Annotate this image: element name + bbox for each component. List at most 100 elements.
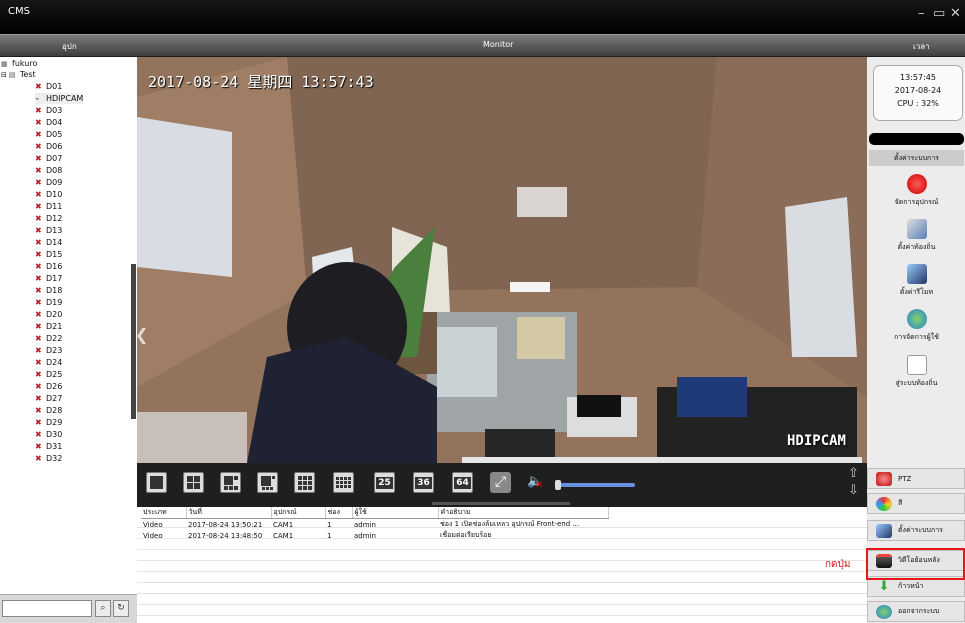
- tree-device-item[interactable]: ✖ D25: [35, 369, 62, 380]
- device-manager-button[interactable]: จัดการอุปกรณ์: [869, 174, 964, 208]
- color-button[interactable]: สี: [867, 493, 965, 514]
- tree-device-item[interactable]: ✖ D16: [35, 261, 62, 272]
- tree-scrollbar[interactable]: [131, 264, 136, 419]
- tree-device-label: D18: [46, 286, 63, 295]
- tree-root[interactable]: ▦ fukuro: [1, 58, 37, 69]
- camera-offline-icon: ✖: [35, 178, 42, 187]
- tree-device-item[interactable]: ⌁ HDIPCAM: [35, 93, 84, 104]
- logout-button[interactable]: ออกจากระบบ: [867, 601, 965, 622]
- tree-device-item[interactable]: ✖ D28: [35, 405, 62, 416]
- layout-9-button[interactable]: [294, 472, 315, 493]
- tree-device-item[interactable]: ✖ D07: [35, 153, 62, 164]
- tree-device-item[interactable]: ✖ D09: [35, 177, 62, 188]
- users-icon: [906, 309, 927, 329]
- layout-6-button[interactable]: [220, 472, 241, 493]
- close-icon[interactable]: ✕: [950, 6, 961, 21]
- camera-offline-icon: ✖: [35, 442, 42, 451]
- tree-device-item[interactable]: ✖ D24: [35, 357, 62, 368]
- layout-4-button[interactable]: [183, 472, 204, 493]
- tree-device-item[interactable]: ✖ D29: [35, 417, 62, 428]
- tree-device-item[interactable]: ✖ D11: [35, 201, 62, 212]
- col-description[interactable]: คำอธิบาย: [438, 507, 609, 519]
- collapse-icon[interactable]: ⊟: [1, 71, 7, 79]
- local-log-label: สู่ระบบท้องถิ่น: [895, 379, 938, 387]
- tree-device-item[interactable]: ✖ D06: [35, 141, 62, 152]
- col-user[interactable]: ผู้ใช้: [352, 507, 439, 519]
- video-view[interactable]: 2017-08-24 星期四 13:57:43 HDIPCAM ❮: [137, 57, 867, 463]
- tree-device-item[interactable]: ✖ D21: [35, 321, 62, 332]
- camera-offline-icon: ✖: [35, 130, 42, 139]
- device-manager-label: จัดการอุปกรณ์: [894, 198, 939, 206]
- tree-device-item[interactable]: ✖ D18: [35, 285, 62, 296]
- tree-device-item[interactable]: ✖ D05: [35, 129, 62, 140]
- menu-time[interactable]: เวลา: [913, 40, 930, 53]
- system-config-button[interactable]: ตั้งค่าระบบการ: [867, 520, 965, 541]
- local-settings-button[interactable]: ตั้งค่าท้องถิ่น: [869, 219, 964, 253]
- col-device[interactable]: อุปกรณ์: [271, 507, 326, 519]
- tree-device-label: D15: [46, 250, 63, 259]
- log-row[interactable]: Video 2017-08-24 13:50:21 CAM1 1 admin ช…: [141, 519, 608, 531]
- tree-device-item[interactable]: ✖ D10: [35, 189, 62, 200]
- tree-device-item[interactable]: ✖ D31: [35, 441, 62, 452]
- fullscreen-icon[interactable]: ⤢: [490, 472, 511, 493]
- tree-device-item[interactable]: ✖ D22: [35, 333, 62, 344]
- minimize-icon[interactable]: –: [918, 6, 925, 21]
- scroll-arrows[interactable]: ⇧ ⇩: [848, 465, 859, 499]
- col-type[interactable]: ประเภท: [141, 507, 187, 519]
- user-management-button[interactable]: การจัดการผู้ใช้: [869, 309, 964, 343]
- layout-1-button[interactable]: [146, 472, 167, 493]
- col-channel[interactable]: ช่อง: [325, 507, 353, 519]
- remote-settings-label: ตั้งค่ารีโมท: [899, 288, 934, 296]
- local-log-button[interactable]: สู่ระบบท้องถิ่น: [869, 355, 964, 389]
- remote-settings-button[interactable]: ตั้งค่ารีโมท: [869, 264, 964, 298]
- volume-slider[interactable]: [555, 480, 635, 490]
- tree-device-item[interactable]: ✖ D27: [35, 393, 62, 404]
- device-search-input[interactable]: [2, 600, 92, 617]
- maximize-icon[interactable]: ▭: [933, 6, 945, 21]
- log-row[interactable]: Video 2017-08-24 13:48:50 CAM1 1 admin เ…: [141, 530, 608, 541]
- menu-device[interactable]: อุปก: [62, 40, 77, 53]
- ptz-button[interactable]: PTZ: [867, 468, 965, 489]
- tree-device-item[interactable]: ✖ D04: [35, 117, 62, 128]
- layout-25-label: 25: [376, 476, 393, 489]
- panel-splitter[interactable]: [432, 502, 570, 505]
- tree-device-item[interactable]: ✖ D30: [35, 429, 62, 440]
- tree-device-item[interactable]: ✖ D19: [35, 297, 62, 308]
- layout-8-button[interactable]: [257, 472, 278, 493]
- camera-offline-icon: ✖: [35, 322, 42, 331]
- layout-64-button[interactable]: 64: [452, 472, 473, 493]
- mute-speaker-icon[interactable]: 🔈 ✕: [527, 474, 543, 491]
- tree-device-item[interactable]: ✖ D26: [35, 381, 62, 392]
- refresh-icon[interactable]: ↻: [113, 600, 129, 617]
- tree-device-item[interactable]: ✖ D20: [35, 309, 62, 320]
- tree-device-item[interactable]: ✖ D32: [35, 453, 62, 464]
- tree-device-item[interactable]: ✖ D03: [35, 105, 62, 116]
- tree-device-item[interactable]: ✖ D23: [35, 345, 62, 356]
- tree-device-item[interactable]: ✖ D12: [35, 213, 62, 224]
- log-cell: Video: [143, 520, 163, 529]
- advanced-button[interactable]: ⬇ ก้าวหน้า: [867, 576, 965, 597]
- tree-device-item[interactable]: ✖ D14: [35, 237, 62, 248]
- menu-monitor[interactable]: Monitor: [483, 40, 513, 49]
- tree-device-label: D08: [46, 166, 63, 175]
- tree-device-item[interactable]: ✖ D17: [35, 273, 62, 284]
- camera-offline-icon: ✖: [35, 406, 42, 415]
- tree-device-item[interactable]: ✖ D13: [35, 225, 62, 236]
- search-icon[interactable]: ⌕: [95, 600, 111, 617]
- layout-16-button[interactable]: [333, 472, 354, 493]
- tree-device-item[interactable]: ✖ D08: [35, 165, 62, 176]
- col-date[interactable]: วันที่: [186, 507, 272, 519]
- layout-36-button[interactable]: 36: [413, 472, 434, 493]
- collapse-left-icon[interactable]: ❮: [137, 325, 148, 344]
- video-timestamp: 2017-08-24 星期四 13:57:43: [148, 73, 374, 91]
- playback-button[interactable]: วิดีโอย้อนหลัง: [867, 550, 965, 571]
- tree-device-item[interactable]: ✖ D01: [35, 81, 62, 92]
- tree-group[interactable]: ⊟ ▤ Test: [1, 69, 36, 80]
- layout-toolbar: 25 36 64 ⤢ 🔈 ✕ ⇧ ⇩: [137, 463, 867, 505]
- camera-offline-icon: ✖: [35, 250, 42, 259]
- tree-device-label: D27: [46, 394, 63, 403]
- layout-25-button[interactable]: 25: [374, 472, 395, 493]
- log-cell: 1: [327, 520, 332, 529]
- tree-device-label: D21: [46, 322, 63, 331]
- tree-device-item[interactable]: ✖ D15: [35, 249, 62, 260]
